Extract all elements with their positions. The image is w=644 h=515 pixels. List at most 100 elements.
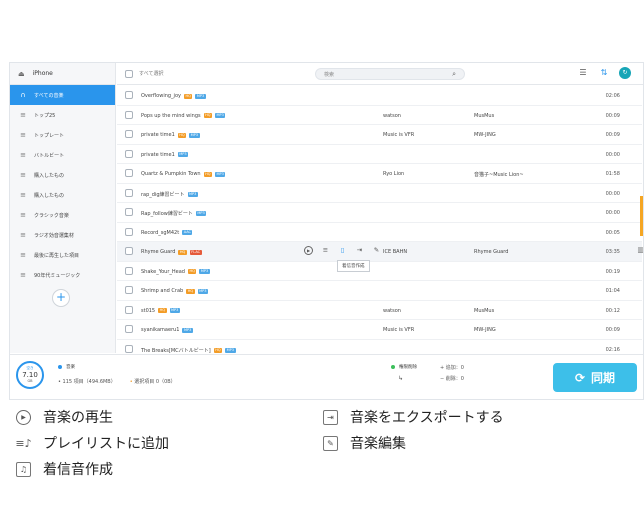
add-to-playlist-icon[interactable]: ≡: [321, 246, 330, 255]
ringtone-icon: ♫: [16, 461, 31, 477]
sidebar-item-1[interactable]: ≡ トップ25: [10, 105, 115, 125]
hq-badge: HQ: [203, 113, 212, 118]
song-title-cell: Rhyme Guard HQ FLAC: [141, 249, 202, 255]
edit-icon: ✎: [323, 435, 338, 451]
sidebar-item-2[interactable]: ≡ トップレート: [10, 125, 115, 145]
song-title: Record_sgM42t: [141, 229, 180, 236]
table-row[interactable]: private time1 MP3 00:00: [117, 145, 642, 164]
table-row[interactable]: Quartz & Pumpkin Town HQ MP3 Ryo Lion 音猫子~Mu…: [117, 164, 642, 184]
added-count: + 追加：0: [440, 365, 464, 371]
song-title-cell: Overflowing_joy HQ MP3: [141, 93, 206, 99]
sync-icon: ⟳: [574, 370, 586, 385]
delete-dot-icon: [391, 365, 395, 369]
song-title-cell: syanikamaeru1 MP3: [141, 327, 193, 333]
row-checkbox[interactable]: [125, 266, 133, 275]
sidebar-item-label: 購入したもの: [34, 192, 65, 199]
table-row[interactable]: Rap_follow練習ビート MP3 00:00: [117, 203, 642, 223]
search-input[interactable]: 検索 ⌕: [315, 68, 465, 80]
duration-cell: 01:58: [605, 171, 620, 177]
transfer-icon[interactable]: ⇅: [598, 67, 610, 79]
row-checkbox[interactable]: [125, 305, 133, 314]
sidebar-item-9[interactable]: ≡ 90年代ミュージック: [10, 265, 115, 285]
row-checkbox[interactable]: [125, 208, 133, 216]
row-checkbox[interactable]: [125, 149, 133, 158]
row-checkbox[interactable]: [125, 344, 133, 353]
song-title-cell: private time1 MP3: [141, 152, 189, 158]
sidebar-item-8[interactable]: ≡ 最後に再生した項目: [10, 245, 115, 265]
legend-export-label: 音楽をエクスポートする: [350, 410, 504, 426]
storage-unit: GB: [27, 379, 33, 383]
select-all-checkbox[interactable]: [125, 69, 133, 78]
format-badge: MP3: [182, 327, 193, 333]
playlist-icon: ≡: [20, 231, 26, 239]
legend-edit: ✎ 音楽編集: [323, 433, 406, 453]
hq-badge: HQ: [187, 269, 197, 274]
song-title-cell: Record_sgM42t AAC: [141, 229, 193, 236]
sidebar-item-7[interactable]: ≡ ラジオ効音選集材: [10, 225, 115, 245]
sidebar-item-6[interactable]: ≡ クラシック音楽: [10, 205, 115, 225]
hq-badge: HQ: [177, 132, 187, 138]
ringtone-icon[interactable]: ▯: [338, 246, 347, 255]
sidebar-item-3[interactable]: ≡ バトルビート: [10, 145, 115, 165]
footer: 空き 7.10 GB 音楽 • 115 項目（494.6MB） • 選択項目 0…: [10, 354, 643, 399]
row-checkbox[interactable]: [125, 247, 133, 255]
format-badge: MP3: [177, 152, 189, 157]
row-checkbox[interactable]: [125, 188, 133, 197]
select-all[interactable]: すべて選択: [125, 69, 164, 78]
refresh-icon[interactable]: ↻: [619, 67, 631, 79]
row-checkbox[interactable]: [125, 325, 133, 333]
legend-playlist: ≡♪ プレイリストに追加: [15, 433, 169, 453]
format-badge: MP3: [199, 269, 210, 274]
export-icon[interactable]: ⇥: [355, 246, 364, 255]
eject-icon[interactable]: ⏏: [18, 70, 25, 78]
table-row[interactable]: st015 HQ MP3 watson MusMus 00:12: [117, 301, 642, 320]
row-checkbox[interactable]: [125, 130, 133, 138]
table-row[interactable]: Shrimp and Crab HQ MP3 01:04: [117, 281, 642, 301]
duration-cell: 00:05: [605, 229, 620, 236]
sidebar-item-5[interactable]: ≡ 購入したもの: [10, 185, 115, 205]
song-title: private time1: [141, 132, 175, 138]
add-playlist-button[interactable]: +: [52, 289, 70, 307]
sidebar-item-4[interactable]: ≡ 購入したもの: [10, 165, 115, 185]
table-row[interactable]: Rhyme Guard HQ FLAC ▶ ≡ ▯ ⇥ ✎ 着信音作成 ▥ ICE BAHN Rhym…: [117, 242, 643, 272]
song-title-cell: private time1 HQ MP3: [141, 132, 200, 138]
row-checkbox[interactable]: [125, 169, 133, 177]
play-icon[interactable]: ▶: [304, 246, 313, 255]
table-row[interactable]: syanikamaeru1 MP3 Music is VFR MW-JING 00:09: [117, 320, 642, 340]
table-row[interactable]: Record_sgM42t AAC 00:05: [117, 223, 642, 242]
sidebar-item-0[interactable]: ∩ すべての音楽: [10, 85, 115, 105]
delete-label: 権限削除: [399, 365, 417, 370]
hq-badge: HQ: [213, 347, 223, 353]
row-checkbox[interactable]: [125, 110, 133, 119]
list-view-icon[interactable]: ☰: [577, 67, 589, 79]
playlist-icon: ≡: [20, 211, 26, 219]
sync-button[interactable]: ⟳ 同期: [553, 363, 637, 392]
row-checkbox[interactable]: [125, 227, 133, 236]
duration-cell: 00:09: [605, 327, 620, 333]
sidebar-item-label: ラジオ効音選集材: [34, 232, 74, 239]
scrollbar[interactable]: [640, 196, 643, 236]
row-checkbox[interactable]: [125, 91, 133, 99]
select-all-label: すべて選択: [139, 71, 164, 77]
table-row[interactable]: rap_dig練習ビート MP3 00:00: [117, 184, 642, 203]
table-row[interactable]: Shake_Your_Head HQ MP3 00:19: [117, 262, 642, 281]
device-header[interactable]: ⏏ iPhone: [10, 63, 115, 85]
duration-cell: 02:06: [605, 93, 620, 99]
table-row[interactable]: Pops up the mind wings HQ MP3 watson MusMus 0…: [117, 106, 642, 125]
song-title-cell: rap_dig練習ビート MP3: [141, 191, 198, 198]
storage-value: 7.10: [22, 371, 38, 379]
trash-icon[interactable]: ▥: [637, 246, 643, 254]
edit-icon[interactable]: ✎: [372, 246, 381, 255]
duration-cell: 02:16: [605, 346, 620, 353]
music-dot-icon: [58, 365, 62, 369]
row-checkbox[interactable]: [125, 286, 133, 294]
format-badge: MP3: [169, 308, 180, 313]
hq-badge: HQ: [178, 249, 187, 255]
table-row[interactable]: Overflowing_joy HQ MP3 02:06: [117, 86, 642, 106]
song-title: The Breaks[MCバトルビート]: [141, 347, 211, 354]
playlist-icon: ≡: [20, 271, 26, 279]
search-icon[interactable]: ⌕: [452, 69, 456, 80]
headphones-icon: ∩: [20, 91, 26, 99]
hq-badge: HQ: [183, 93, 193, 99]
table-row[interactable]: private time1 HQ MP3 Music is VFR MW-JING 00:…: [117, 125, 642, 145]
